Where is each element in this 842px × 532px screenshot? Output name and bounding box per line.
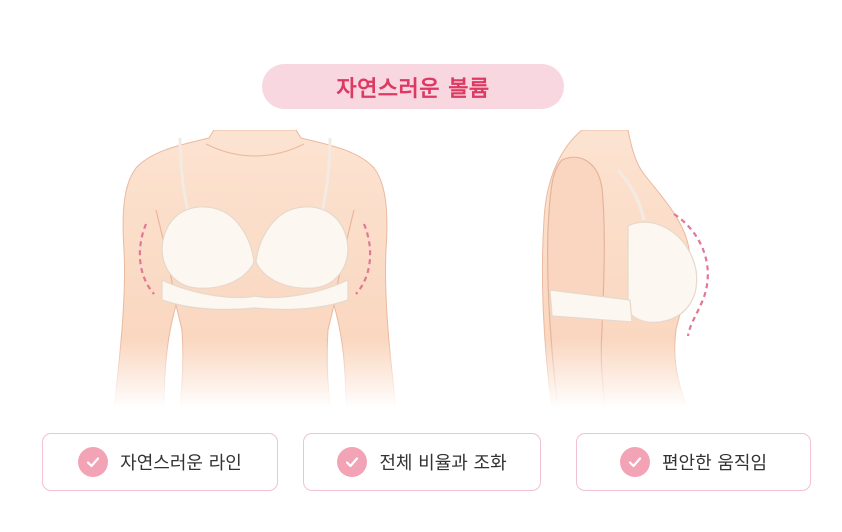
- feature-label: 전체 비율과 조화: [379, 453, 507, 474]
- feature-badge-comfort: 편안한 움직임: [576, 433, 811, 491]
- side-view-illustration: [540, 130, 730, 408]
- feature-label: 자연스러운 라인: [120, 453, 242, 474]
- check-circle-icon: [78, 447, 109, 477]
- front-view-illustration: [96, 130, 414, 408]
- page-title: 자연스러운 볼륨: [336, 76, 490, 102]
- check-circle-icon: [619, 447, 650, 477]
- feature-badge-proportion: 전체 비율과 조화: [303, 433, 541, 491]
- check-circle-icon: [337, 447, 368, 477]
- feature-badge-natural-line: 자연스러운 라인: [42, 433, 278, 491]
- feature-badges: 자연스러운 라인 전체 비율과 조화 편안한 움직임: [0, 433, 842, 493]
- title-pill: 자연스러운 볼륨: [262, 64, 564, 109]
- feature-label: 편안한 움직임: [661, 453, 768, 474]
